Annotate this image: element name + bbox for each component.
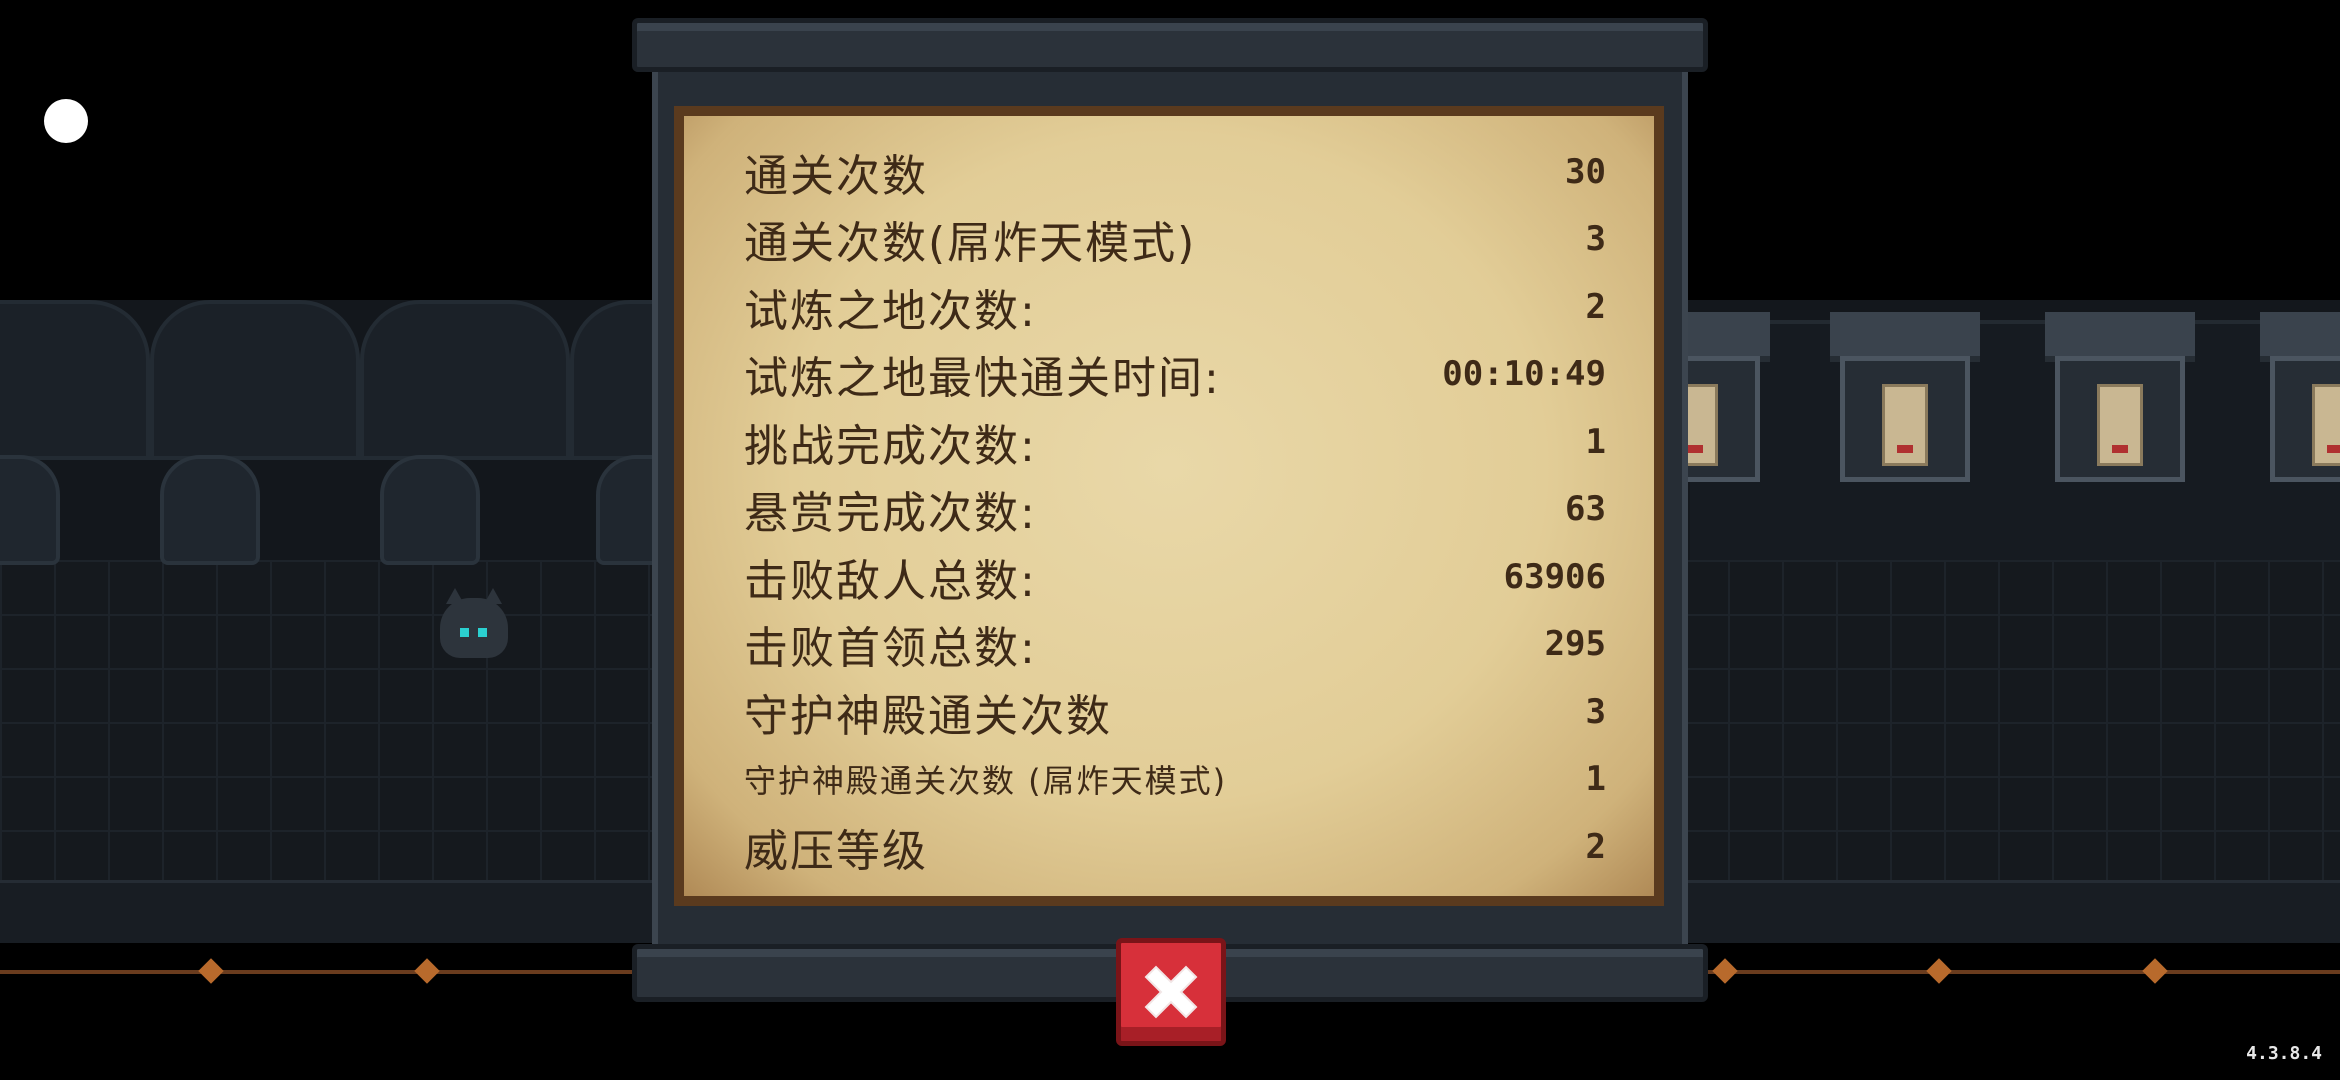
stat-label: 通关次数(屌炸天模式) [744,218,1197,270]
rail-gem [1926,958,1952,984]
stat-row-clears: 通关次数 30 [744,138,1606,206]
stat-label: 击败敌人总数: [744,555,1037,607]
stat-label: 悬赏完成次数: [744,488,1037,540]
stat-row-clears-badass: 通关次数(屌炸天模式) 3 [744,206,1606,274]
stat-value: 3 [1585,219,1606,260]
stat-row-temple-clears-badass: 守护神殿通关次数 (屌炸天模式) 1 [744,746,1606,814]
bounty-shrine [2045,312,2195,482]
arch [0,300,150,460]
stat-label: 守护神殿通关次数 (屌炸天模式) [744,762,1228,801]
stats-parchment: 通关次数 30 通关次数(屌炸天模式) 3 试炼之地次数: 2 试炼之地最快通关… [674,106,1664,906]
stat-row-temple-clears: 守护神殿通关次数 3 [744,678,1606,746]
stat-value: 63906 [1503,556,1606,597]
stat-label: 威压等级 [744,825,928,877]
stat-value: 1 [1585,421,1606,462]
stat-label: 守护神殿通关次数 [744,690,1112,742]
touch-indicator [44,99,88,143]
stat-row-bounties: 悬赏完成次数: 63 [744,476,1606,544]
stat-value: 2 [1585,826,1606,867]
close-icon [1144,965,1198,1019]
arch [150,300,360,460]
bounty-shrine [1830,312,1980,482]
stat-label: 试炼之地次数: [744,285,1037,337]
stat-label: 挑战完成次数: [744,420,1037,472]
arch-row [0,300,780,460]
stat-value: 30 [1565,151,1606,192]
shrine-wall [1690,320,2340,564]
stat-value: 1 [1585,759,1606,800]
stat-value: 3 [1585,691,1606,732]
rail-gem [1712,958,1738,984]
close-button[interactable] [1116,938,1226,1046]
scroll-rod-top [632,18,1708,72]
rail-gem [2142,958,2168,984]
stat-value: 63 [1565,489,1606,530]
stat-row-enemies-defeated: 击败敌人总数: 63906 [744,543,1606,611]
stat-label: 击败首领总数: [744,623,1037,675]
stat-value: 2 [1585,286,1606,327]
pet-cat-sprite [440,588,508,658]
bounty-shrine [2260,312,2340,482]
stat-label: 试炼之地最快通关时间: [744,353,1221,405]
arch [360,300,570,460]
stat-label: 通关次数 [744,150,928,202]
stat-value: 00:10:49 [1442,354,1606,395]
pillar [380,455,480,565]
rail-gem [198,958,224,984]
stats-list[interactable]: 通关次数 30 通关次数(屌炸天模式) 3 试炼之地次数: 2 试炼之地最快通关… [684,116,1654,896]
pillar [160,455,260,565]
stat-value: 295 [1544,624,1606,665]
stat-row-trial-best-time: 试炼之地最快通关时间: 00:10:49 [744,341,1606,409]
stat-row-bosses-defeated: 击败首领总数: 295 [744,611,1606,679]
stat-row-pressure-level: 威压等级 2 [744,813,1606,881]
rail-gem [414,958,440,984]
stat-row-challenges: 挑战完成次数: 1 [744,408,1606,476]
pillar [0,455,60,565]
version-label: 4.3.8.4 [2246,1043,2322,1064]
stat-row-trial-runs: 试炼之地次数: 2 [744,273,1606,341]
